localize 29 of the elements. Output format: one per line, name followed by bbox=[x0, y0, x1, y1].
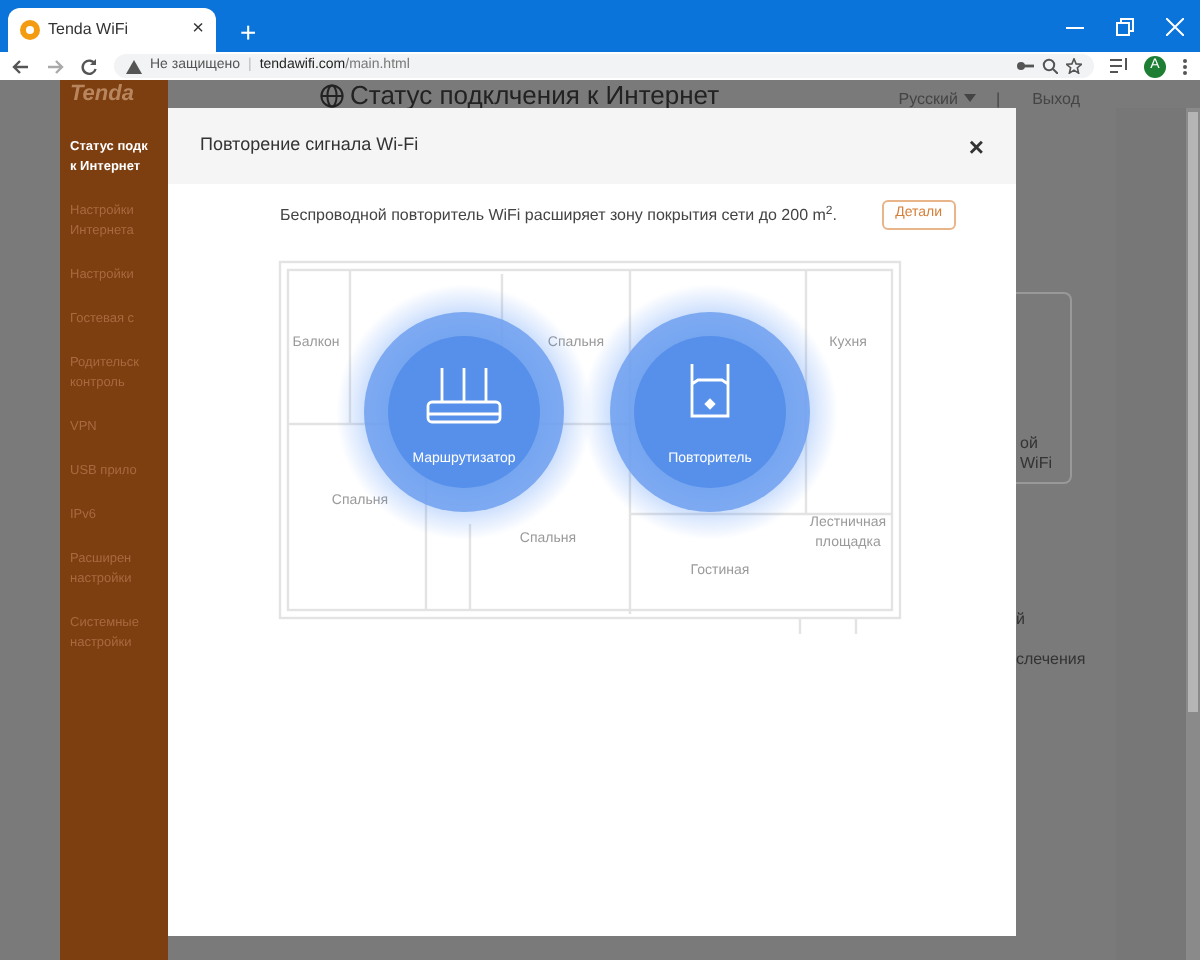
partial-text: слечения bbox=[1016, 648, 1088, 672]
warning-icon bbox=[126, 59, 142, 73]
repeater-icon bbox=[690, 362, 730, 418]
media-icon[interactable] bbox=[1110, 58, 1128, 74]
close-button[interactable]: × bbox=[968, 133, 984, 159]
zoom-icon[interactable] bbox=[1042, 58, 1058, 74]
key-icon[interactable] bbox=[1016, 60, 1034, 72]
caret-icon bbox=[963, 94, 976, 102]
partial-text: й bbox=[1016, 608, 1027, 632]
restore-icon[interactable] bbox=[1116, 17, 1134, 35]
close-tab-button[interactable]: × bbox=[192, 20, 204, 40]
tab-title: Tenda WiFi bbox=[48, 18, 131, 42]
tenda-favicon-icon bbox=[20, 20, 40, 40]
browser-tab[interactable]: Tenda WiFi × bbox=[8, 8, 216, 52]
router-icon bbox=[426, 366, 502, 424]
menu-icon[interactable] bbox=[1182, 57, 1188, 75]
description-text: Беспроводной повторитель WiFi расширяет зону покрытия сети до 200 m$^{2}$. bbox=[280, 203, 839, 227]
star-icon[interactable] bbox=[1066, 58, 1082, 74]
close-window-icon[interactable] bbox=[1166, 17, 1184, 35]
globe-icon bbox=[320, 84, 344, 108]
new-tab-button[interactable]: + bbox=[240, 18, 257, 46]
back-icon[interactable] bbox=[12, 57, 30, 75]
separator-text: | bbox=[995, 88, 1001, 112]
card-text: WiFi bbox=[1018, 454, 1054, 474]
page-heading: Статус подклчения к Интернет bbox=[350, 82, 720, 108]
reload-icon[interactable] bbox=[80, 57, 98, 75]
dialog-title: Повторение сигнала Wi-Fi bbox=[200, 132, 421, 159]
card-text: ой bbox=[1018, 434, 1040, 454]
logo: Tenda bbox=[70, 84, 136, 106]
